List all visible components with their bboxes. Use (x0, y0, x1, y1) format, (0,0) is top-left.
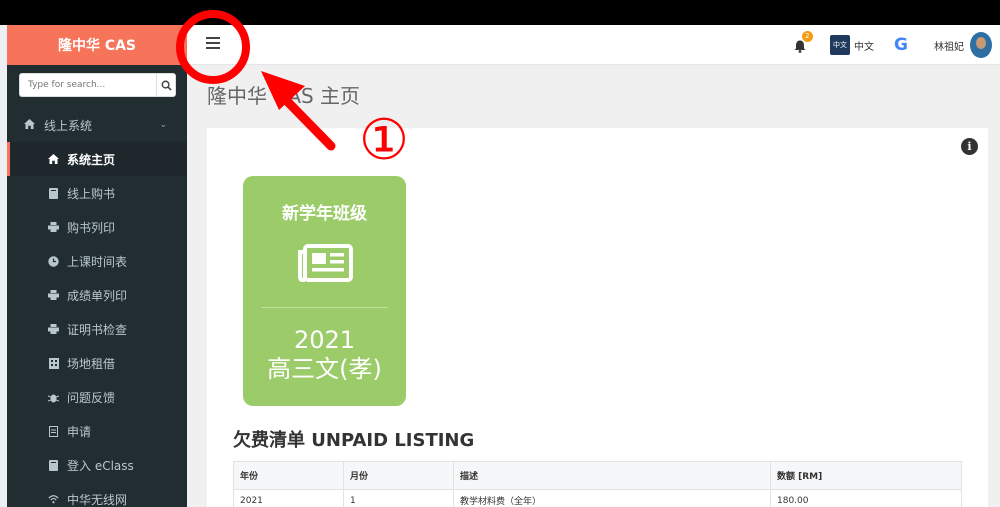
sidebar-item-apply[interactable]: 申请 (7, 414, 187, 448)
cell-month: 1 (343, 489, 454, 507)
book-icon (48, 459, 59, 471)
book-icon (48, 187, 59, 199)
sidebar-item-print-results[interactable]: 成绩单列印 (7, 278, 187, 312)
bug-icon (48, 392, 59, 403)
sidebar-item-label: 中华无线网 (67, 492, 128, 507)
main-content: 隆中华 CAS 主页 i 新学年班级 2021 高三文(孝) 欠费清单 UNPA… (187, 66, 1000, 507)
sidebar-item-label: 系统主页 (67, 152, 116, 167)
top-header: 2 中文 中文 G 林祖妃 (187, 25, 1000, 65)
home-icon (48, 154, 59, 165)
print-icon (48, 222, 59, 233)
column-header-description: 描述 (453, 461, 771, 490)
header-right: 2 中文 中文 G 林祖妃 (794, 25, 992, 65)
search-button[interactable] (156, 73, 176, 97)
sidebar-item-wifi[interactable]: 中华无线网 (7, 482, 187, 507)
sidebar-item-timetable[interactable]: 上课时间表 (7, 244, 187, 278)
chevron-down-icon: ⌄ (159, 120, 167, 130)
language-label[interactable]: 中文 (854, 38, 874, 53)
app-frame: 隆中华 CAS 线上系统 ⌄ 系统主页 线上购书 (0, 25, 1000, 507)
sidebar-item-eclass[interactable]: 登入 eClass (7, 448, 187, 482)
table-row: 2021 1 教学材料费（全年） 180.00 (233, 489, 962, 507)
table-header-row: 年份 月份 描述 数额 [RM] (233, 461, 962, 490)
sidebar-item-certificate-check[interactable]: 证明书检查 (7, 312, 187, 346)
app-logo[interactable]: 隆中华 CAS (7, 25, 187, 65)
search-icon (161, 80, 172, 91)
file-icon (48, 425, 59, 437)
home-icon (24, 118, 38, 132)
card-year: 2021 (293, 326, 356, 354)
clock-icon (48, 255, 59, 267)
notification-badge: 2 (802, 31, 813, 42)
content-box: i 新学年班级 2021 高三文(孝) 欠费清单 UNPAID LISTING (207, 128, 988, 507)
newspaper-icon (297, 244, 353, 282)
sidebar-item-label: 上课时间表 (67, 254, 128, 269)
sidebar-item-label: 申请 (67, 424, 92, 439)
sidebar-menu: 系统主页 线上购书 购书列印 上课时间表 成绩单列印 证明书检查 场地租借 问题… (7, 142, 187, 507)
notifications-button[interactable]: 2 (794, 31, 813, 53)
building-icon (48, 357, 59, 369)
card-divider (261, 307, 388, 308)
sidebar-item-feedback[interactable]: 问题反馈 (7, 380, 187, 414)
card-title: 新学年班级 (282, 204, 367, 224)
print-icon (48, 290, 59, 301)
sidebar: 隆中华 CAS 线上系统 ⌄ 系统主页 线上购书 (7, 25, 187, 507)
cell-description: 教学材料费（全年） (453, 489, 771, 507)
sidebar-item-print-books[interactable]: 购书列印 (7, 210, 187, 244)
sidebar-item-venue-rental[interactable]: 场地租借 (7, 346, 187, 380)
info-icon[interactable]: i (961, 138, 978, 155)
column-header-amount: 数额 [RM] (770, 461, 962, 490)
sidebar-item-home[interactable]: 系统主页 (7, 142, 187, 176)
cell-amount: 180.00 (770, 489, 962, 507)
unpaid-table: 年份 月份 描述 数额 [RM] 2021 1 教学材料费（全年） 180.00 (233, 461, 962, 507)
sidebar-item-label: 问题反馈 (67, 390, 116, 405)
search-input[interactable] (19, 73, 156, 97)
sidebar-search (19, 73, 176, 97)
wifi-icon (48, 494, 59, 505)
hamburger-menu-icon[interactable] (206, 37, 220, 51)
bell-icon (794, 40, 806, 53)
avatar[interactable] (970, 32, 992, 58)
column-header-month: 月份 (343, 461, 454, 490)
menu-section-label: 线上系统 (44, 118, 93, 133)
page-title: 隆中华 CAS 主页 (207, 84, 361, 108)
sidebar-item-buy-books[interactable]: 线上购书 (7, 176, 187, 210)
sidebar-item-label: 场地租借 (67, 356, 116, 371)
sidebar-item-label: 登入 eClass (67, 458, 134, 473)
sidebar-item-label: 证明书检查 (67, 322, 128, 337)
cell-year: 2021 (233, 489, 344, 507)
unpaid-listing-title: 欠费清单 UNPAID LISTING (233, 430, 475, 451)
class-card[interactable]: 新学年班级 2021 高三文(孝) (243, 176, 406, 406)
sidebar-item-label: 购书列印 (67, 220, 116, 235)
sidebar-item-label: 线上购书 (67, 186, 116, 201)
user-name[interactable]: 林祖妃 (934, 38, 964, 53)
google-icon[interactable]: G (894, 35, 908, 55)
print-icon (48, 324, 59, 335)
card-class-name: 高三文(孝) (267, 355, 382, 383)
menu-section-online-system[interactable]: 线上系统 ⌄ (7, 113, 187, 137)
column-header-year: 年份 (233, 461, 344, 490)
language-icon[interactable]: 中文 (830, 35, 851, 55)
sidebar-item-label: 成绩单列印 (67, 288, 128, 303)
